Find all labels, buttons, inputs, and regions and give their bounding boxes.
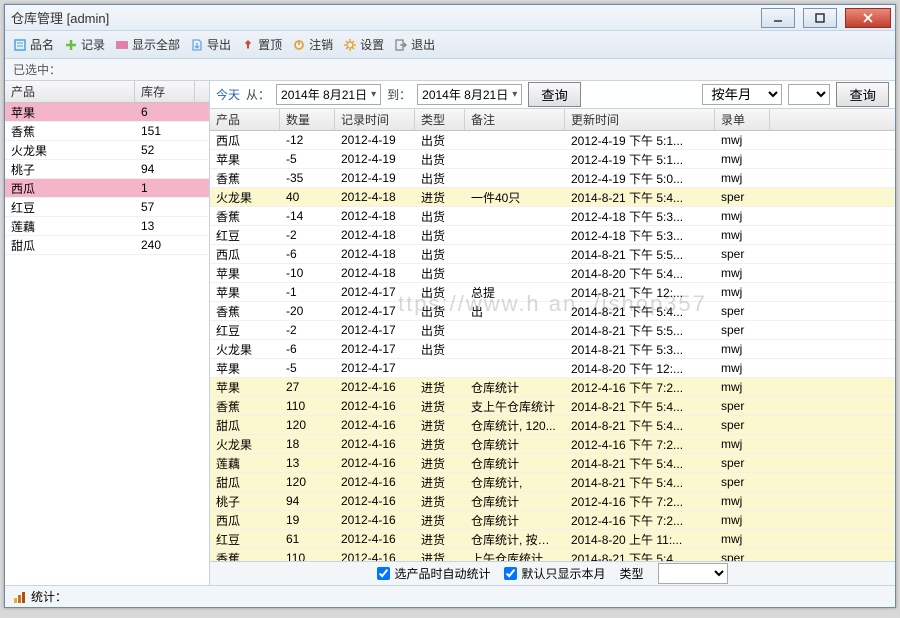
type-label: 类型	[620, 565, 644, 582]
window-controls	[757, 7, 895, 29]
product-row[interactable]: 莲藕13	[5, 217, 209, 236]
query-button-2[interactable]: 查询	[836, 82, 889, 107]
auto-stat-checkbox[interactable]: 选产品时自动统计	[377, 565, 490, 582]
product-row[interactable]: 红豆57	[5, 198, 209, 217]
toolbar-logout-button[interactable]: 注销	[292, 36, 333, 53]
minimize-button[interactable]	[761, 8, 795, 28]
col-product[interactable]: 产品	[5, 81, 135, 102]
pin-icon	[241, 38, 255, 52]
logout-icon	[292, 38, 306, 52]
record-row[interactable]: 火龙果-62012-4-17出货2014-8-21 下午 5:3...mwj	[210, 340, 895, 359]
record-row[interactable]: 香蕉1102012-4-16进货上午仓库统计2014-8-21 下午 5:4..…	[210, 549, 895, 561]
record-row[interactable]: 苹果272012-4-16进货仓库统计2012-4-16 下午 7:2...mw…	[210, 378, 895, 397]
from-label: 从：	[246, 86, 270, 103]
records-col-header[interactable]: 录单	[715, 109, 770, 130]
record-row[interactable]: 香蕉1102012-4-16进货支上午仓库统计2014-8-21 下午 5:4.…	[210, 397, 895, 416]
selection-bar: 已选中：	[5, 59, 895, 81]
chevron-down-icon: ▾	[371, 89, 376, 100]
product-table-body[interactable]: 苹果6香蕉151火龙果52桃子94西瓜1红豆57莲藕13甜瓜240	[5, 103, 209, 585]
selection-label: 已选中：	[13, 61, 61, 78]
record-row[interactable]: 甜瓜1202012-4-16进货仓库统计, 120...2014-8-21 下午…	[210, 416, 895, 435]
product-panel: 产品 库存 苹果6香蕉151火龙果52桃子94西瓜1红豆57莲藕13甜瓜240	[5, 81, 210, 585]
records-col-header[interactable]: 更新时间	[565, 109, 715, 130]
exit-icon	[394, 38, 408, 52]
record-row[interactable]: 西瓜192012-4-16进货仓库统计2012-4-16 下午 7:2...mw…	[210, 511, 895, 530]
detail-select[interactable]	[788, 84, 830, 105]
record-row[interactable]: 火龙果182012-4-16进货仓库统计2012-4-16 下午 7:2...m…	[210, 435, 895, 454]
product-row[interactable]: 香蕉151	[5, 122, 209, 141]
product-row[interactable]: 苹果6	[5, 103, 209, 122]
product-row[interactable]: 甜瓜240	[5, 236, 209, 255]
product-row[interactable]: 西瓜1	[5, 179, 209, 198]
record-row[interactable]: 苹果-52012-4-172014-8-20 下午 12:...mwj	[210, 359, 895, 378]
settings-icon	[343, 38, 357, 52]
record-row[interactable]: 红豆-22012-4-17出货2014-8-21 下午 5:5...sper	[210, 321, 895, 340]
records-col-header[interactable]: 记录时间	[335, 109, 415, 130]
col-stock[interactable]: 库存	[135, 81, 195, 102]
records-col-header[interactable]: 产品	[210, 109, 280, 130]
records-panel: 今天 从： 2014年 8月21日▾ 到： 2014年 8月21日▾ 查询 按年…	[210, 81, 895, 585]
product-row[interactable]: 火龙果52	[5, 141, 209, 160]
toolbar-exit-button[interactable]: 退出	[394, 36, 435, 53]
toolbar-settings-button[interactable]: 设置	[343, 36, 384, 53]
status-label: 统计：	[31, 588, 67, 605]
by-yearmonth-select[interactable]: 按年月	[702, 84, 782, 105]
content-area: 产品 库存 苹果6香蕉151火龙果52桃子94西瓜1红豆57莲藕13甜瓜240 …	[5, 81, 895, 585]
records-col-header[interactable]: 类型	[415, 109, 465, 130]
record-row[interactable]: 红豆-22012-4-18出货2012-4-18 下午 5:3...mwj	[210, 226, 895, 245]
toolbar-export-button[interactable]: 导出	[190, 36, 231, 53]
toolbar-display-button[interactable]: 显示全部	[115, 36, 180, 53]
record-row[interactable]: 西瓜-122012-4-19出货2012-4-19 下午 5:1...mwj	[210, 131, 895, 150]
export-icon	[190, 38, 204, 52]
maximize-button[interactable]	[803, 8, 837, 28]
close-button[interactable]	[845, 8, 891, 28]
plus-icon	[64, 38, 78, 52]
app-window: 仓库管理 [admin] 品名记录显示全部导出置顶注销设置退出 已选中： 产品 …	[4, 4, 896, 608]
record-row[interactable]: 红豆612012-4-16进货仓库统计, 按小盒2014-8-20 上午 11:…	[210, 530, 895, 549]
name-icon	[13, 38, 27, 52]
today-link[interactable]: 今天	[216, 86, 240, 103]
records-table-header: 产品数量记录时间类型备注更新时间录单	[210, 109, 895, 131]
record-row[interactable]: 苹果-102012-4-18出货2014-8-20 下午 5:4...mwj	[210, 264, 895, 283]
type-select[interactable]	[658, 563, 728, 584]
record-row[interactable]: 香蕉-352012-4-19出货2012-4-19 下午 5:0...mwj	[210, 169, 895, 188]
record-row[interactable]: 香蕉-142012-4-18出货2012-4-18 下午 5:3...mwj	[210, 207, 895, 226]
filter-bar: 今天 从： 2014年 8月21日▾ 到： 2014年 8月21日▾ 查询 按年…	[210, 81, 895, 109]
record-row[interactable]: 香蕉-202012-4-17出货出2014-8-21 下午 5:4...sper	[210, 302, 895, 321]
toolbar-pin-button[interactable]: 置顶	[241, 36, 282, 53]
to-label: 到：	[387, 86, 411, 103]
status-bar: 统计：	[5, 585, 895, 607]
toolbar: 品名记录显示全部导出置顶注销设置退出	[5, 31, 895, 59]
records-table-body[interactable]: 西瓜-122012-4-19出货2012-4-19 下午 5:1...mwj苹果…	[210, 131, 895, 561]
toolbar-plus-button[interactable]: 记录	[64, 36, 105, 53]
record-row[interactable]: 莲藕132012-4-16进货仓库统计2014-8-21 下午 5:4...sp…	[210, 454, 895, 473]
to-date-picker[interactable]: 2014年 8月21日▾	[417, 84, 522, 105]
record-row[interactable]: 西瓜-62012-4-18出货2014-8-21 下午 5:5...sper	[210, 245, 895, 264]
month-only-checkbox[interactable]: 默认只显示本月	[504, 565, 605, 582]
display-icon	[115, 38, 129, 52]
records-col-header[interactable]: 备注	[465, 109, 565, 130]
record-row[interactable]: 火龙果402012-4-18进货一件40只2014-8-21 下午 5:4...…	[210, 188, 895, 207]
stats-icon	[13, 590, 27, 604]
query-button[interactable]: 查询	[528, 82, 581, 107]
product-row[interactable]: 桃子94	[5, 160, 209, 179]
product-table-header: 产品 库存	[5, 81, 209, 103]
record-row[interactable]: 甜瓜1202012-4-16进货仓库统计,2014-8-21 下午 5:4...…	[210, 473, 895, 492]
chevron-down-icon: ▾	[512, 89, 517, 100]
title-bar[interactable]: 仓库管理 [admin]	[5, 5, 895, 31]
window-title: 仓库管理 [admin]	[11, 8, 109, 27]
toolbar-name-button[interactable]: 品名	[13, 36, 54, 53]
records-col-header[interactable]: 数量	[280, 109, 335, 130]
record-row[interactable]: 苹果-12012-4-17出货总提2014-8-21 下午 12:...mwj	[210, 283, 895, 302]
record-row[interactable]: 桃子942012-4-16进货仓库统计2012-4-16 下午 7:2...mw…	[210, 492, 895, 511]
record-row[interactable]: 苹果-52012-4-19出货2012-4-19 下午 5:1...mwj	[210, 150, 895, 169]
from-date-picker[interactable]: 2014年 8月21日▾	[276, 84, 381, 105]
options-bar: 选产品时自动统计 默认只显示本月 类型	[210, 561, 895, 585]
